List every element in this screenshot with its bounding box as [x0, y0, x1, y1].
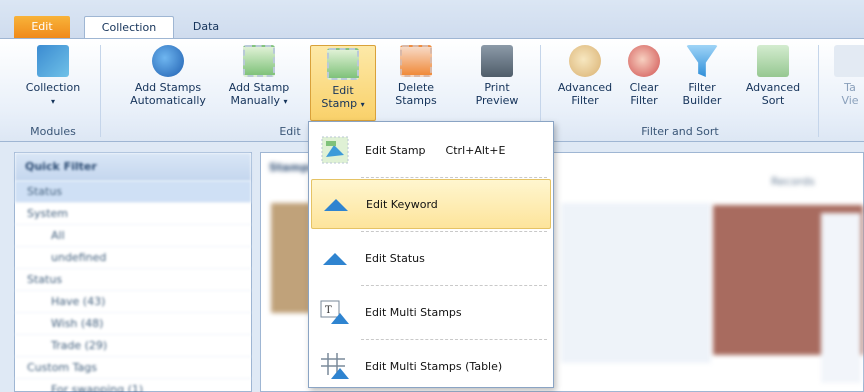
- menu-item-label: Edit Status: [365, 251, 425, 265]
- print-preview-icon: [481, 45, 513, 77]
- stamp-edit-icon: [319, 134, 351, 166]
- filter-row[interactable]: Trade (29): [15, 335, 251, 357]
- ribbon-tab-strip: Edit Collection Data: [0, 0, 864, 39]
- delete-label-2: Stamps: [395, 94, 437, 107]
- quick-filter-title: Quick Filter: [15, 153, 251, 181]
- table-view-button[interactable]: Ta Vie: [830, 43, 864, 123]
- clear-filter-icon: [628, 45, 660, 77]
- menu-item-edit-multi-stamps-table[interactable]: Edit Multi Stamps (Table): [311, 341, 551, 391]
- keyword-icon: [320, 188, 352, 220]
- menu-item-label: Edit Multi Stamps: [365, 305, 462, 319]
- filter-row[interactable]: System: [15, 203, 251, 225]
- add-manual-label-2: Manually: [230, 94, 281, 107]
- table-grid-icon: [319, 350, 351, 382]
- stamp-thumbnail[interactable]: [271, 203, 311, 313]
- add-manual-label-1: Add Stamp: [228, 81, 290, 94]
- clear-filter-label-1: Clear: [629, 81, 659, 94]
- edit-stamp-label-2: Stamp: [321, 97, 358, 110]
- tab-data[interactable]: Data: [186, 16, 226, 38]
- menu-item-edit-status[interactable]: Edit Status: [311, 233, 551, 283]
- menu-item-edit-keyword[interactable]: Edit Keyword: [311, 179, 551, 229]
- stamp-card[interactable]: [561, 203, 711, 363]
- records-label: Records: [771, 175, 815, 188]
- collection-button[interactable]: Collection ▾: [20, 43, 86, 123]
- funnel-icon: [686, 45, 718, 77]
- adv-filter-label-2: Filter: [571, 94, 599, 107]
- group-separator: [818, 45, 819, 137]
- menu-separator: [361, 285, 547, 286]
- status-icon: [319, 242, 351, 274]
- menu-item-label: Edit Stamp: [365, 143, 426, 157]
- svg-text:T: T: [325, 305, 332, 316]
- adv-filter-label-1: Advanced: [557, 81, 613, 94]
- filter-row[interactable]: Status: [15, 181, 251, 203]
- menu-separator: [361, 177, 547, 178]
- filter-row[interactable]: undefined: [15, 247, 251, 269]
- adv-sort-label-2: Sort: [761, 94, 785, 107]
- stamp-details: [821, 213, 861, 383]
- print-label-1: Print: [484, 81, 510, 94]
- delete-stamps-button[interactable]: Delete Stamps: [384, 43, 448, 123]
- filter-row[interactable]: Have (43): [15, 291, 251, 313]
- globe-add-icon: [152, 45, 184, 77]
- table-view-label-2: Vie: [841, 94, 859, 107]
- advanced-sort-button[interactable]: Advanced Sort: [740, 43, 806, 123]
- chevron-down-icon: ▾: [360, 100, 365, 109]
- filter-row[interactable]: Custom Tags: [15, 357, 251, 379]
- advanced-filter-button[interactable]: Advanced Filter: [552, 43, 618, 123]
- edit-stamp-dropdown: Edit Stamp Ctrl+Alt+E Edit Keyword Edit …: [308, 121, 554, 388]
- table-view-label-1: Ta: [844, 81, 856, 94]
- edit-stamp-button[interactable]: Edit Stamp ▾: [310, 45, 376, 121]
- add-auto-label-2: Automatically: [130, 94, 206, 107]
- menu-item-edit-stamp[interactable]: Edit Stamp Ctrl+Alt+E: [311, 125, 551, 175]
- add-auto-label-1: Add Stamps: [134, 81, 202, 94]
- tab-collection[interactable]: Collection: [84, 16, 174, 39]
- stamp-add-icon: [243, 45, 275, 77]
- quick-filter-panel: Quick Filter Status System All undefined…: [14, 152, 252, 392]
- menu-item-label: Edit Multi Stamps (Table): [365, 359, 503, 373]
- group-label-filter-sort: Filter and Sort: [641, 125, 719, 138]
- clear-filter-button[interactable]: Clear Filter: [622, 43, 666, 123]
- filter-row[interactable]: For swapping (1): [15, 379, 251, 392]
- stamp-edit-icon: [327, 48, 359, 80]
- filter-row[interactable]: All: [15, 225, 251, 247]
- filter-row[interactable]: Status: [15, 269, 251, 291]
- clear-filter-label-2: Filter: [630, 94, 658, 107]
- menu-shortcut: Ctrl+Alt+E: [445, 143, 506, 157]
- magnifier-filter-icon: [569, 45, 601, 77]
- delete-label-1: Delete: [397, 81, 435, 94]
- multi-stamps-icon: T: [319, 296, 351, 328]
- collection-label: Collection: [25, 81, 81, 94]
- stamp-delete-icon: [400, 45, 432, 77]
- chevron-down-icon: ▾: [50, 97, 55, 106]
- menu-separator: [361, 339, 547, 340]
- filter-builder-label-1: Filter: [688, 81, 716, 94]
- filter-row[interactable]: Wish (48): [15, 313, 251, 335]
- table-view-icon: [834, 45, 864, 77]
- add-stamps-automatically-button[interactable]: Add Stamps Automatically: [120, 43, 216, 123]
- tab-edit[interactable]: Edit: [14, 16, 70, 38]
- filter-builder-label-2: Builder: [682, 94, 722, 107]
- add-stamp-manually-button[interactable]: Add Stamp Manually ▾: [220, 43, 298, 123]
- print-label-2: Preview: [475, 94, 519, 107]
- group-label-modules: Modules: [30, 125, 76, 138]
- collection-icon: [37, 45, 69, 77]
- print-preview-button[interactable]: Print Preview: [462, 43, 532, 123]
- chevron-down-icon: ▾: [283, 97, 288, 106]
- adv-sort-label-1: Advanced: [745, 81, 801, 94]
- menu-separator: [361, 231, 547, 232]
- edit-stamp-label-1: Edit: [332, 84, 354, 97]
- menu-item-edit-multi-stamps[interactable]: T Edit Multi Stamps: [311, 287, 551, 337]
- filter-builder-button[interactable]: Filter Builder: [672, 43, 732, 123]
- group-separator: [100, 45, 101, 137]
- sort-icon: [757, 45, 789, 77]
- menu-item-label: Edit Keyword: [366, 197, 438, 211]
